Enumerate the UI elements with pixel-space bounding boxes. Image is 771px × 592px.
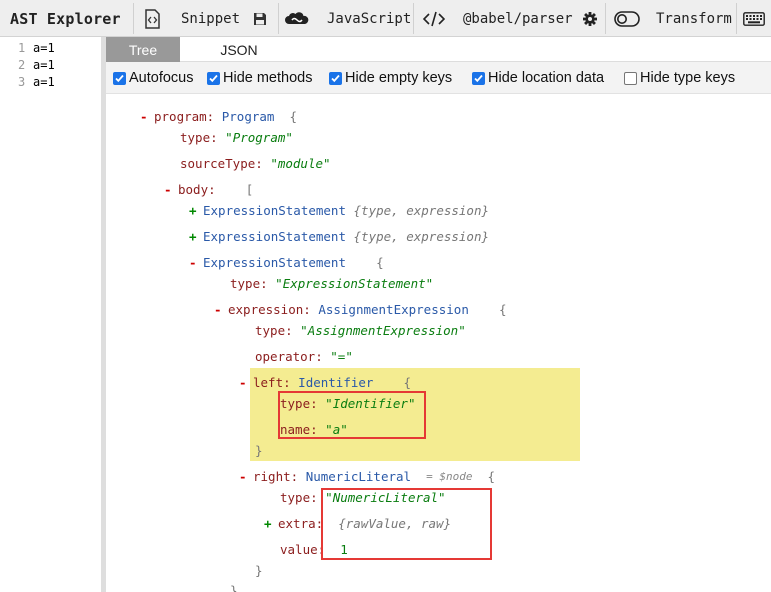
snippet-menu[interactable]: Snippet (144, 0, 240, 37)
option-label: Hide location data (488, 70, 605, 86)
line-number: 2 (18, 58, 26, 72)
tree-node-body[interactable]: - body: [ (164, 181, 253, 197)
toolbar-divider (605, 3, 606, 34)
tree-close-brace: } (255, 562, 263, 578)
option-hide-type-keys[interactable]: Hide type keys (624, 70, 735, 86)
collapse-toggle[interactable]: - (214, 302, 228, 317)
tree-node-right[interactable]: - right: NumericLiteral = $node { (239, 468, 495, 484)
annotation-box (278, 391, 426, 439)
annotation-box (321, 488, 492, 560)
expand-toggle[interactable]: + (189, 229, 203, 244)
parser-menu[interactable]: @babel/parser (423, 0, 573, 37)
option-hide-empty-keys[interactable]: Hide empty keys (329, 70, 452, 86)
ast-output-panel: Tree JSON Autofocus Hide methods Hide em… (106, 37, 771, 592)
tree-prop-sourcetype: sourceType: "module" (180, 155, 331, 171)
tree-close-brace: } (255, 442, 263, 458)
node-variable-label: = $node (426, 469, 473, 483)
checkbox-unchecked[interactable] (624, 71, 637, 85)
language-icon (285, 11, 309, 26)
expand-toggle[interactable]: + (189, 203, 203, 218)
checkbox-checked[interactable] (329, 71, 342, 85)
toggle-icon (614, 10, 640, 27)
transform-label: Transform (656, 10, 732, 27)
language-label: JavaScript (327, 10, 412, 27)
tree-node-left[interactable]: - left: Identifier { (239, 374, 411, 390)
tree-prop-operator: operator: "=" (255, 348, 353, 364)
option-label: Autofocus (129, 70, 194, 86)
save-button[interactable] (253, 0, 267, 37)
checkbox-checked[interactable] (472, 71, 485, 85)
line-number: 1 (18, 41, 26, 55)
expand-toggle[interactable]: + (264, 516, 278, 531)
code-editor[interactable]: 1 a=1 2 a=1 3 a=1 (0, 37, 101, 592)
collapse-toggle[interactable]: - (189, 255, 203, 270)
transform-toggle[interactable]: Transform (614, 0, 732, 37)
keyboard-icon (743, 11, 765, 26)
toolbar-divider (413, 3, 414, 34)
tree-node-expression[interactable]: - expression: AssignmentExpression { (214, 301, 506, 317)
checkbox-checked[interactable] (207, 71, 220, 85)
collapse-toggle[interactable]: - (164, 182, 178, 197)
keyboard-shortcuts-button[interactable] (743, 0, 765, 37)
ast-tree: - program: Program { type: "Program" sou… (106, 94, 771, 592)
code-line[interactable]: a=1 (33, 58, 55, 72)
collapse-toggle[interactable]: - (140, 109, 154, 124)
option-autofocus[interactable]: Autofocus (113, 70, 194, 86)
save-icon (253, 12, 267, 26)
option-label: Hide methods (223, 70, 313, 86)
parser-settings-button[interactable] (583, 0, 597, 37)
tree-options: Autofocus Hide methods Hide empty keys H… (106, 62, 771, 94)
collapse-toggle[interactable]: - (239, 469, 253, 484)
toolbar-divider (278, 3, 279, 34)
tree-node-expression-statement[interactable]: + ExpressionStatement {type, expression} (189, 202, 489, 218)
gear-icon (583, 11, 597, 26)
code-line[interactable]: a=1 (33, 41, 55, 55)
snippet-file-icon (144, 8, 161, 29)
checkbox-checked[interactable] (113, 71, 126, 85)
tab-json[interactable]: JSON (204, 37, 274, 62)
option-label: Hide empty keys (345, 70, 453, 86)
toolbar: AST Explorer Snippet JavaScript @babel/p… (0, 0, 771, 37)
code-line[interactable]: a=1 (33, 75, 55, 89)
option-hide-methods[interactable]: Hide methods (207, 70, 312, 86)
tree-node-expression-statement-expanded[interactable]: - ExpressionStatement { (189, 254, 384, 270)
app-title: AST Explorer (10, 9, 121, 28)
option-label: Hide type keys (640, 70, 736, 86)
tab-tree[interactable]: Tree (106, 37, 180, 62)
snippet-label: Snippet (181, 10, 241, 27)
tree-close-brace: } (230, 582, 238, 592)
tree-node-program[interactable]: - program: Program { (140, 108, 297, 124)
language-menu[interactable]: JavaScript (285, 0, 411, 37)
code-icon (423, 11, 445, 27)
parser-label: @babel/parser (463, 10, 573, 27)
toolbar-divider (133, 3, 134, 34)
tree-prop-type: type: "AssignmentExpression" (255, 322, 466, 338)
tree-node-expression-statement[interactable]: + ExpressionStatement {type, expression} (189, 228, 489, 244)
toolbar-divider (736, 3, 737, 34)
tree-prop-type: type: "ExpressionStatement" (230, 275, 434, 291)
output-tabs: Tree JSON (106, 37, 771, 62)
option-hide-location-data[interactable]: Hide location data (472, 70, 604, 86)
tree-prop-type: type: "Program" (180, 129, 293, 145)
collapse-toggle[interactable]: - (239, 375, 253, 390)
line-number: 3 (18, 75, 26, 89)
